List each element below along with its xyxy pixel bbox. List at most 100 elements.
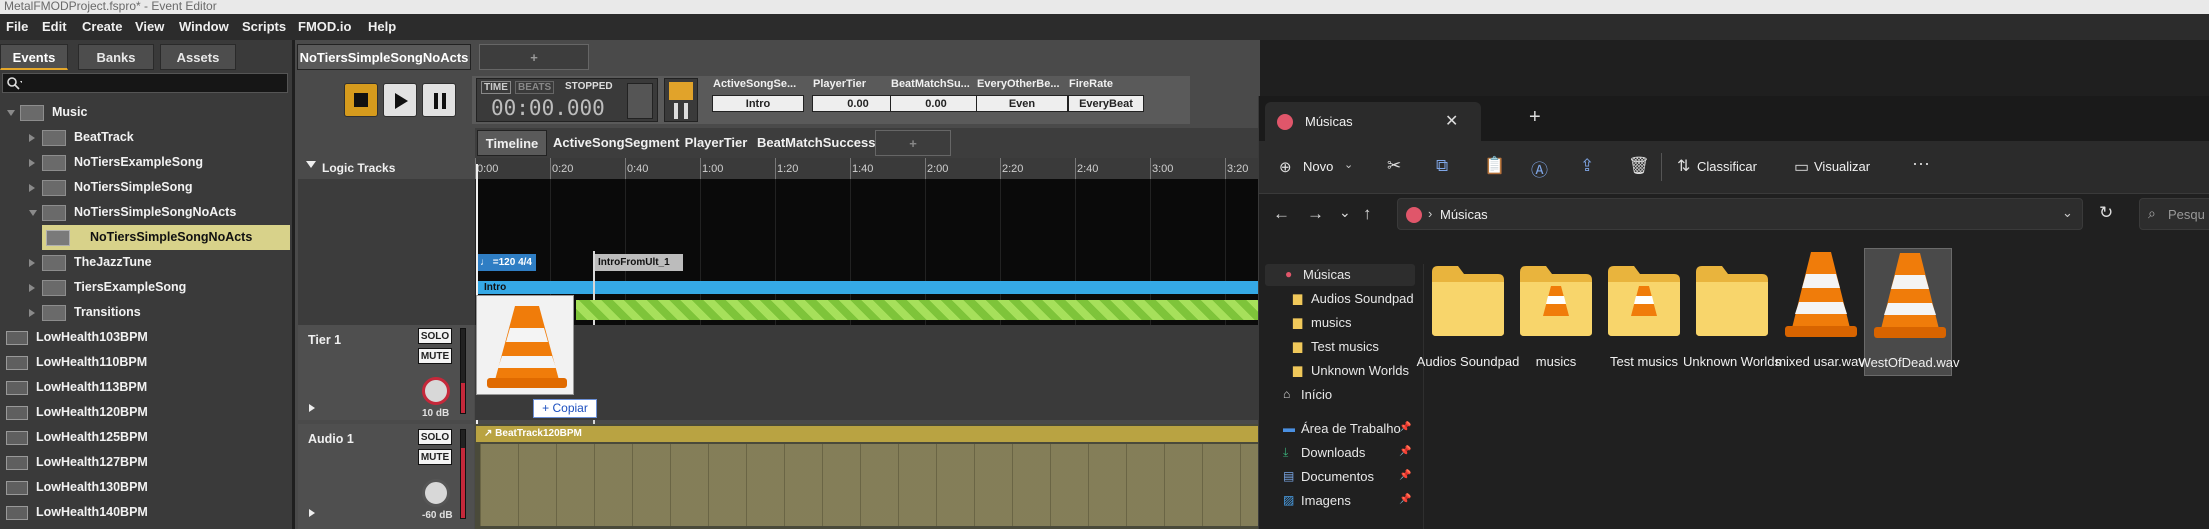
tree-item[interactable]: LowHealth120BPM <box>0 400 290 425</box>
tree-item[interactable]: LowHealth140BPM <box>0 500 290 525</box>
pin-icon[interactable]: 📌 <box>1399 422 1411 433</box>
collapse-icon[interactable] <box>305 160 317 170</box>
tree-item[interactable]: Music <box>0 100 290 125</box>
destination-marker[interactable]: IntroFromUlt_1 <box>593 254 683 271</box>
stop-button[interactable] <box>344 83 378 117</box>
time-mode-button[interactable]: TIME <box>481 81 511 94</box>
nav-item[interactable]: ▆ Audios Soundpad <box>1259 288 1419 310</box>
tab-events[interactable]: Events <box>0 44 68 70</box>
nav-item[interactable]: ▆ musics <box>1259 312 1419 334</box>
pin-icon[interactable]: 📌 <box>1399 494 1411 505</box>
tier1-clip[interactable] <box>576 300 1260 320</box>
beat-track-clip[interactable]: ↗ BeatTrack120BPM <box>476 426 1260 442</box>
path-segment[interactable]: Músicas <box>1440 207 1488 222</box>
new-tab-button[interactable]: + <box>1529 106 1541 129</box>
tree-item[interactable]: LowHealth103BPM <box>0 325 290 350</box>
menu-scripts[interactable]: Scripts <box>242 19 286 34</box>
volume-knob[interactable] <box>422 479 450 507</box>
nav-item[interactable]: ▤ Documentos 📌 <box>1259 466 1419 488</box>
chevron-right-icon[interactable] <box>29 159 35 167</box>
parameter-value[interactable]: Intro <box>712 95 804 112</box>
mute-button[interactable]: MUTE <box>418 348 452 364</box>
parameter-value[interactable]: 0.00 <box>890 95 982 112</box>
pause-button[interactable] <box>422 83 456 117</box>
delete-icon[interactable]: 🗑 <box>1628 156 1650 176</box>
pin-icon[interactable]: 📌 <box>1399 446 1411 457</box>
add-tab-button[interactable]: + <box>479 44 589 70</box>
copy-icon[interactable]: ⧉ <box>1436 156 1448 176</box>
menu-file[interactable]: File <box>6 19 28 34</box>
file-item[interactable]: WestOfDead.wav <box>1859 248 1959 376</box>
chevron-right-icon[interactable] <box>29 309 35 317</box>
solo-button[interactable]: SOLO <box>418 429 452 445</box>
tab-timeline[interactable]: Timeline <box>477 130 547 156</box>
tree-item[interactable]: BeatTrack <box>0 125 290 150</box>
chevron-down-icon[interactable] <box>7 110 15 120</box>
metronome-button[interactable] <box>664 78 698 122</box>
parameter-value[interactable]: Even <box>976 95 1068 112</box>
tree-item[interactable]: NoTiersSimpleSong <box>0 175 290 200</box>
address-bar[interactable]: › Músicas ⌄ <box>1397 198 2083 230</box>
more-icon[interactable]: ··· <box>1912 153 1930 174</box>
close-icon[interactable]: ✕ <box>1445 111 1458 131</box>
tree-item[interactable]: TheJazzTune <box>0 250 290 275</box>
rename-icon[interactable]: Ⓐ <box>1531 156 1548 181</box>
nav-item[interactable]: ▨ Imagens 📌 <box>1259 490 1419 512</box>
menu-create[interactable]: Create <box>82 19 122 34</box>
tab-beat-match-success[interactable]: BeatMatchSuccess <box>757 130 876 156</box>
menu-window[interactable]: Window <box>179 19 229 34</box>
paste-icon[interactable]: 📋 <box>1484 156 1505 176</box>
tab-musicas[interactable]: Músicas ✕ <box>1265 102 1481 141</box>
nav-item[interactable]: ⌂ Início <box>1259 384 1419 406</box>
chevron-right-icon[interactable] <box>29 184 35 192</box>
chevron-right-icon[interactable] <box>29 259 35 267</box>
add-subtab-button[interactable]: + <box>875 130 951 156</box>
new-button[interactable]: Novo <box>1303 159 1333 174</box>
parameter-value[interactable]: EveryBeat <box>1068 95 1144 112</box>
volume-knob[interactable] <box>422 377 450 405</box>
tab-assets[interactable]: Assets <box>160 44 236 70</box>
nav-item[interactable]: ▆ Test musics <box>1259 336 1419 358</box>
tab-player-tier[interactable]: PlayerTier <box>681 130 751 156</box>
menu-help[interactable]: Help <box>368 19 396 34</box>
cut-icon[interactable]: ✂ <box>1387 156 1401 176</box>
loop-toggle[interactable] <box>627 83 653 119</box>
nav-item[interactable]: ⤓ Downloads 📌 <box>1259 442 1419 464</box>
nav-item[interactable]: ▬ Área de Trabalho 📌 <box>1259 418 1419 440</box>
track-header-audio1[interactable]: Audio 1 SOLO MUTE -60 dB <box>298 424 474 529</box>
sort-button[interactable]: Classificar <box>1697 159 1757 174</box>
refresh-icon[interactable]: ↻ <box>2099 203 2113 223</box>
view-button[interactable]: Visualizar <box>1814 159 1870 174</box>
menu-edit[interactable]: Edit <box>42 19 67 34</box>
menu-view[interactable]: View <box>135 19 164 34</box>
tree-item[interactable]: LowHealth110BPM <box>0 350 290 375</box>
search-input[interactable] <box>2 73 288 93</box>
up-icon[interactable]: ↑ <box>1363 204 1372 224</box>
share-icon[interactable]: ⇪ <box>1580 156 1594 176</box>
timeline-ruler[interactable]: 0:00 0:20 0:40 1:00 1:20 1:40 2:00 2:20 2:40 3:00… <box>475 158 1260 179</box>
tree-item[interactable]: LowHealth113BPM <box>0 375 290 400</box>
tab-active-song-segment[interactable]: ActiveSongSegment <box>553 130 679 156</box>
solo-button[interactable]: SOLO <box>418 328 452 344</box>
chevron-down-icon[interactable] <box>29 210 37 220</box>
back-icon[interactable]: ← <box>1273 204 1290 224</box>
mute-button[interactable]: MUTE <box>418 449 452 465</box>
nav-item[interactable]: ● Músicas <box>1265 264 1415 286</box>
tab-event[interactable]: NoTiersSimpleSongNoActs <box>297 44 471 70</box>
tab-banks[interactable]: Banks <box>78 44 154 70</box>
tree-item[interactable]: NoTiersSimpleSongNoActs <box>0 200 290 225</box>
menu-fmodio[interactable]: FMOD.io <box>298 19 351 34</box>
tree-item[interactable]: NoTiersSimpleSongNoActs <box>42 225 290 250</box>
forward-icon[interactable]: → <box>1307 204 1324 224</box>
nav-item[interactable]: ▆ Unknown Worlds <box>1259 360 1419 382</box>
tree-item[interactable]: LowHealth127BPM <box>0 450 290 475</box>
recent-icon[interactable]: ⌄ <box>1339 204 1351 221</box>
play-button[interactable] <box>383 83 417 117</box>
tree-item[interactable]: TiersExampleSong <box>0 275 290 300</box>
tree-item[interactable]: LowHealth125BPM <box>0 425 290 450</box>
chevron-down-icon[interactable]: ⌄ <box>2062 205 2073 221</box>
pin-icon[interactable]: 📌 <box>1399 470 1411 481</box>
tree-item[interactable]: Transitions <box>0 300 290 325</box>
beats-mode-button[interactable]: BEATS <box>515 81 555 94</box>
chevron-right-icon[interactable] <box>29 284 35 292</box>
